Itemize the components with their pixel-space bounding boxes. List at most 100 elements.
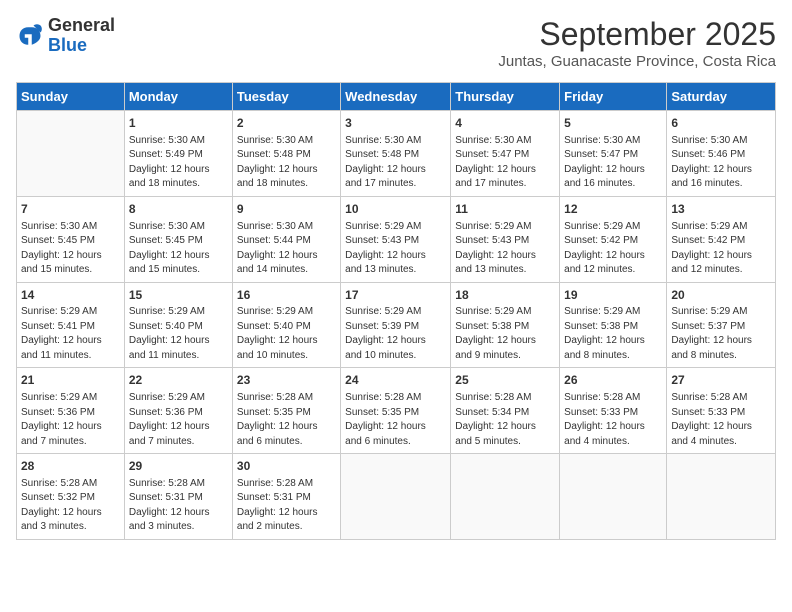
calendar-week-row: 28 Sunrise: 5:28 AM Sunset: 5:32 PM Dayli… bbox=[17, 454, 776, 540]
calendar-cell: 30 Sunrise: 5:28 AM Sunset: 5:31 PM Dayli… bbox=[232, 454, 340, 540]
header-day: Wednesday bbox=[341, 83, 451, 111]
calendar-cell: 23Sunrise: 5:28 AM Sunset: 5:35 PM Dayli… bbox=[232, 368, 340, 454]
calendar-cell: 16Sunrise: 5:29 AM Sunset: 5:40 PM Dayli… bbox=[232, 282, 340, 368]
calendar-cell: 1Sunrise: 5:30 AM Sunset: 5:49 PM Daylig… bbox=[124, 111, 232, 197]
day-number: 30 bbox=[237, 458, 336, 475]
day-number: 19 bbox=[564, 287, 662, 304]
day-number: 23 bbox=[237, 372, 336, 389]
calendar-subtitle: Juntas, Guanacaste Province, Costa Rica bbox=[498, 53, 776, 70]
day-info: Sunrise: 5:30 AM Sunset: 5:46 PM Dayligh… bbox=[671, 134, 771, 192]
day-info: Sunrise: 5:28 AM Sunset: 5:35 PM Dayligh… bbox=[345, 391, 446, 449]
day-info: Sunrise: 5:28 AM Sunset: 5:34 PM Dayligh… bbox=[455, 391, 555, 449]
calendar-week-row: 21 Sunrise: 5:29 AM Sunset: 5:36 PM Dayli… bbox=[17, 368, 776, 454]
calendar-cell: 18Sunrise: 5:29 AM Sunset: 5:38 PM Dayli… bbox=[451, 282, 560, 368]
calendar-cell: 25 Sunrise: 5:28 AM Sunset: 5:34 PM Dayli… bbox=[451, 368, 560, 454]
day-info: Sunrise: 5:30 AM Sunset: 5:45 PM Dayligh… bbox=[21, 220, 120, 278]
calendar-cell: 24 Sunrise: 5:28 AM Sunset: 5:35 PM Dayli… bbox=[341, 368, 451, 454]
day-info: Sunrise: 5:30 AM Sunset: 5:48 PM Dayligh… bbox=[345, 134, 446, 192]
logo: General Blue bbox=[16, 16, 115, 56]
calendar-cell bbox=[451, 454, 560, 540]
calendar-cell: 28 Sunrise: 5:28 AM Sunset: 5:32 PM Dayli… bbox=[17, 454, 125, 540]
day-info: Sunrise: 5:28 AM Sunset: 5:31 PM Dayligh… bbox=[129, 477, 228, 535]
calendar-cell: 4Sunrise: 5:30 AM Sunset: 5:47 PM Daylig… bbox=[451, 111, 560, 197]
calendar-week-row: 7Sunrise: 5:30 AM Sunset: 5:45 PM Daylig… bbox=[17, 196, 776, 282]
day-number: 6 bbox=[671, 115, 771, 132]
day-number: 9 bbox=[237, 201, 336, 218]
calendar-cell: 6 Sunrise: 5:30 AM Sunset: 5:46 PM Daylig… bbox=[667, 111, 776, 197]
header-day: Saturday bbox=[667, 83, 776, 111]
day-info: Sunrise: 5:29 AM Sunset: 5:43 PM Dayligh… bbox=[345, 220, 446, 278]
day-number: 3 bbox=[345, 115, 446, 132]
header-day: Tuesday bbox=[232, 83, 340, 111]
day-number: 14 bbox=[21, 287, 120, 304]
page-header: General Blue September 2025 Juntas, Guan… bbox=[16, 16, 776, 70]
header-day: Thursday bbox=[451, 83, 560, 111]
calendar-week-row: 1Sunrise: 5:30 AM Sunset: 5:49 PM Daylig… bbox=[17, 111, 776, 197]
day-info: Sunrise: 5:29 AM Sunset: 5:40 PM Dayligh… bbox=[237, 305, 336, 363]
calendar-cell: 12 Sunrise: 5:29 AM Sunset: 5:42 PM Dayli… bbox=[560, 196, 667, 282]
day-number: 29 bbox=[129, 458, 228, 475]
day-info: Sunrise: 5:29 AM Sunset: 5:39 PM Dayligh… bbox=[345, 305, 446, 363]
calendar-cell: 20Sunrise: 5:29 AM Sunset: 5:37 PM Dayli… bbox=[667, 282, 776, 368]
day-number: 1 bbox=[129, 115, 228, 132]
calendar-cell: 3 Sunrise: 5:30 AM Sunset: 5:48 PM Daylig… bbox=[341, 111, 451, 197]
day-info: Sunrise: 5:29 AM Sunset: 5:42 PM Dayligh… bbox=[671, 220, 771, 278]
day-info: Sunrise: 5:29 AM Sunset: 5:36 PM Dayligh… bbox=[129, 391, 228, 449]
day-info: Sunrise: 5:30 AM Sunset: 5:47 PM Dayligh… bbox=[564, 134, 662, 192]
day-number: 21 bbox=[21, 372, 120, 389]
calendar-title: September 2025 bbox=[498, 16, 776, 53]
calendar-cell bbox=[560, 454, 667, 540]
day-number: 11 bbox=[455, 201, 555, 218]
day-info: Sunrise: 5:29 AM Sunset: 5:41 PM Dayligh… bbox=[21, 305, 120, 363]
calendar-cell: 29 Sunrise: 5:28 AM Sunset: 5:31 PM Dayli… bbox=[124, 454, 232, 540]
day-number: 24 bbox=[345, 372, 446, 389]
day-info: Sunrise: 5:28 AM Sunset: 5:32 PM Dayligh… bbox=[21, 477, 120, 535]
day-number: 2 bbox=[237, 115, 336, 132]
day-info: Sunrise: 5:29 AM Sunset: 5:38 PM Dayligh… bbox=[564, 305, 662, 363]
logo-text: General Blue bbox=[48, 16, 115, 56]
calendar-cell: 19Sunrise: 5:29 AM Sunset: 5:38 PM Dayli… bbox=[560, 282, 667, 368]
calendar-cell: 17Sunrise: 5:29 AM Sunset: 5:39 PM Dayli… bbox=[341, 282, 451, 368]
calendar-table: SundayMondayTuesdayWednesdayThursdayFrid… bbox=[16, 82, 776, 540]
day-info: Sunrise: 5:30 AM Sunset: 5:45 PM Dayligh… bbox=[129, 220, 228, 278]
day-number: 15 bbox=[129, 287, 228, 304]
calendar-cell: 7Sunrise: 5:30 AM Sunset: 5:45 PM Daylig… bbox=[17, 196, 125, 282]
calendar-cell: 15Sunrise: 5:29 AM Sunset: 5:40 PM Dayli… bbox=[124, 282, 232, 368]
day-number: 12 bbox=[564, 201, 662, 218]
calendar-cell bbox=[17, 111, 125, 197]
calendar-cell: 11Sunrise: 5:29 AM Sunset: 5:43 PM Dayli… bbox=[451, 196, 560, 282]
calendar-cell: 21 Sunrise: 5:29 AM Sunset: 5:36 PM Dayli… bbox=[17, 368, 125, 454]
day-number: 25 bbox=[455, 372, 555, 389]
day-number: 4 bbox=[455, 115, 555, 132]
day-number: 22 bbox=[129, 372, 228, 389]
day-number: 17 bbox=[345, 287, 446, 304]
day-info: Sunrise: 5:30 AM Sunset: 5:48 PM Dayligh… bbox=[237, 134, 336, 192]
day-info: Sunrise: 5:28 AM Sunset: 5:33 PM Dayligh… bbox=[564, 391, 662, 449]
calendar-cell: 5 Sunrise: 5:30 AM Sunset: 5:47 PM Daylig… bbox=[560, 111, 667, 197]
day-number: 26 bbox=[564, 372, 662, 389]
day-number: 8 bbox=[129, 201, 228, 218]
calendar-cell: 22 Sunrise: 5:29 AM Sunset: 5:36 PM Dayli… bbox=[124, 368, 232, 454]
day-number: 20 bbox=[671, 287, 771, 304]
calendar-cell: 10 Sunrise: 5:29 AM Sunset: 5:43 PM Dayli… bbox=[341, 196, 451, 282]
day-number: 10 bbox=[345, 201, 446, 218]
day-number: 27 bbox=[671, 372, 771, 389]
calendar-cell: 26 Sunrise: 5:28 AM Sunset: 5:33 PM Dayli… bbox=[560, 368, 667, 454]
calendar-cell bbox=[667, 454, 776, 540]
day-number: 28 bbox=[21, 458, 120, 475]
day-info: Sunrise: 5:29 AM Sunset: 5:42 PM Dayligh… bbox=[564, 220, 662, 278]
header-day: Monday bbox=[124, 83, 232, 111]
logo-icon bbox=[16, 22, 44, 50]
day-number: 5 bbox=[564, 115, 662, 132]
day-info: Sunrise: 5:28 AM Sunset: 5:31 PM Dayligh… bbox=[237, 477, 336, 535]
calendar-cell: 14Sunrise: 5:29 AM Sunset: 5:41 PM Dayli… bbox=[17, 282, 125, 368]
day-info: Sunrise: 5:28 AM Sunset: 5:33 PM Dayligh… bbox=[671, 391, 771, 449]
header-row: SundayMondayTuesdayWednesdayThursdayFrid… bbox=[17, 83, 776, 111]
calendar-cell: 27 Sunrise: 5:28 AM Sunset: 5:33 PM Dayli… bbox=[667, 368, 776, 454]
day-info: Sunrise: 5:29 AM Sunset: 5:37 PM Dayligh… bbox=[671, 305, 771, 363]
day-info: Sunrise: 5:29 AM Sunset: 5:36 PM Dayligh… bbox=[21, 391, 120, 449]
calendar-cell bbox=[341, 454, 451, 540]
day-info: Sunrise: 5:29 AM Sunset: 5:38 PM Dayligh… bbox=[455, 305, 555, 363]
day-number: 18 bbox=[455, 287, 555, 304]
day-info: Sunrise: 5:30 AM Sunset: 5:44 PM Dayligh… bbox=[237, 220, 336, 278]
